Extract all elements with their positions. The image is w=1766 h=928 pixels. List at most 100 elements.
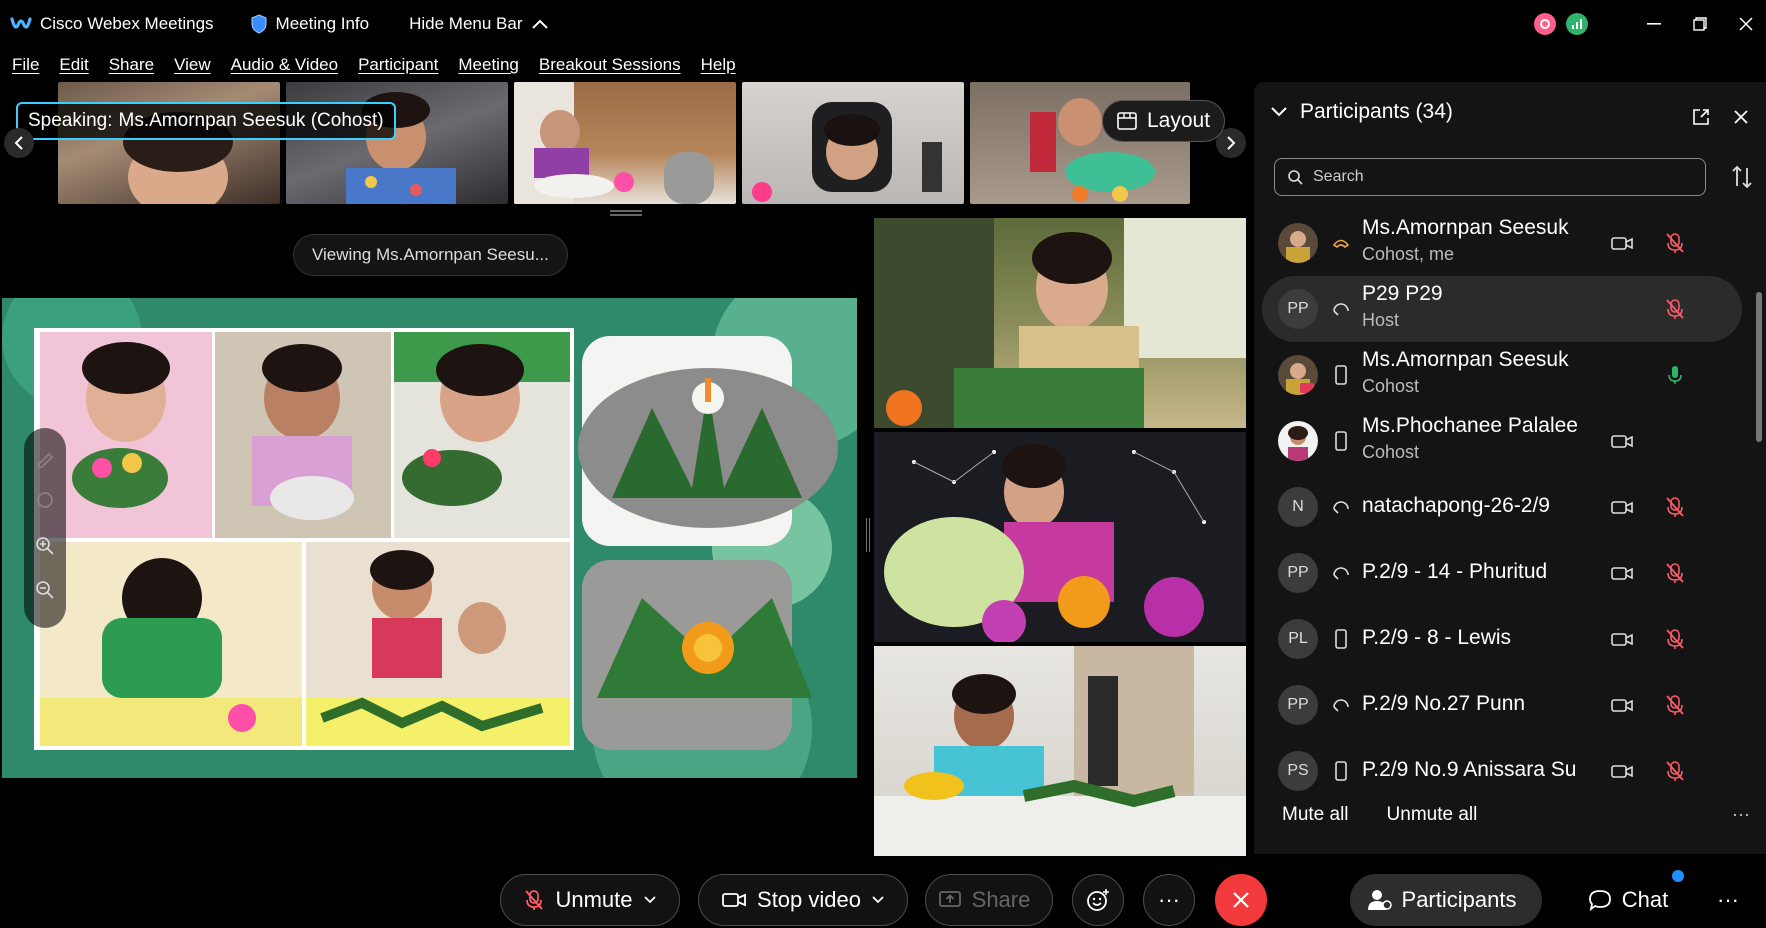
annotate-icon[interactable] [35, 448, 55, 468]
video-camera-icon[interactable] [1610, 694, 1634, 716]
close-window-button[interactable] [1726, 0, 1766, 48]
network-stats-icon[interactable] [1566, 13, 1588, 35]
participant-row[interactable]: PP P29 P29 Host [1262, 276, 1742, 342]
restore-icon [1693, 17, 1707, 31]
mobile-device-icon [1335, 629, 1347, 649]
participant-row[interactable]: PP P.2/9 - 14 - Phuritud [1262, 540, 1742, 606]
participant-row[interactable]: Ms.Amornpan Seesuk Cohost, me [1262, 210, 1742, 276]
participant-row[interactable]: Ms.Phochanee Palalee Cohost [1262, 408, 1742, 474]
chevron-down-icon [1271, 107, 1287, 117]
popout-icon [1693, 109, 1709, 125]
menu-meeting[interactable]: Meeting [458, 55, 518, 75]
video-thumbnail[interactable] [514, 82, 736, 204]
strip-prev-button[interactable] [4, 128, 34, 158]
mic-muted-icon[interactable] [1664, 297, 1686, 321]
share-screen-icon [938, 891, 961, 907]
menu-breakout-sessions[interactable]: Breakout Sessions [539, 55, 681, 75]
participant-role: Cohost, me [1362, 244, 1455, 264]
video-thumbnail[interactable] [58, 82, 280, 204]
menu-participant[interactable]: Participant [358, 55, 438, 75]
minimize-window-button[interactable] [1634, 0, 1674, 48]
video-camera-icon[interactable] [1610, 760, 1634, 782]
avatar: PP [1278, 685, 1318, 725]
menu-share[interactable]: Share [109, 55, 154, 75]
mute-all-button[interactable]: Mute all [1282, 804, 1349, 826]
sort-icon[interactable] [1730, 164, 1754, 190]
hide-menu-bar-button[interactable]: Hide Menu Bar [409, 14, 548, 34]
video-thumbnail-strip: Speaking: Ms.Amornpan Seesuk (Cohost) La… [0, 82, 1250, 216]
video-thumbnail[interactable] [742, 82, 964, 204]
stage-splitter-handle[interactable] [866, 518, 870, 552]
avatar: PP [1278, 553, 1318, 593]
participants-toggle-button[interactable]: Participants [1350, 874, 1542, 926]
chevron-down-icon [872, 896, 884, 904]
avatar: PL [1278, 619, 1318, 659]
unmute-all-button[interactable]: Unmute all [1387, 804, 1478, 826]
menu-file[interactable]: File [12, 55, 39, 75]
shared-slide-image [2, 298, 857, 778]
mic-muted-icon[interactable] [1664, 627, 1686, 651]
menu-bar: File Edit Share View Audio & Video Parti… [0, 48, 756, 82]
participant-name: Ms.Amornpan Seesuk [1362, 348, 1569, 371]
popout-panel-button[interactable] [1686, 102, 1716, 132]
avatar [1278, 421, 1318, 461]
close-panel-button[interactable] [1726, 102, 1756, 132]
mobile-device-icon [1335, 431, 1347, 451]
participant-row[interactable]: PL P.2/9 - 8 - Lewis [1262, 606, 1742, 672]
chevron-up-icon [531, 19, 548, 29]
mic-muted-icon[interactable] [1664, 759, 1686, 783]
speaking-label: Speaking: [28, 110, 113, 131]
mic-active-icon[interactable] [1664, 363, 1686, 387]
mic-muted-icon[interactable] [1664, 561, 1686, 585]
zoom-in-icon[interactable] [35, 536, 55, 556]
video-camera-icon[interactable] [1610, 430, 1634, 452]
unmute-label: Unmute [555, 887, 633, 912]
participant-video-tile[interactable] [874, 646, 1246, 856]
video-camera-icon[interactable] [1610, 628, 1634, 650]
participant-video-tile[interactable] [874, 432, 1246, 642]
zoom-out-icon[interactable] [35, 580, 55, 600]
meeting-info-button[interactable]: Meeting Info [250, 14, 369, 34]
menu-audio-video[interactable]: Audio & Video [231, 55, 338, 75]
video-camera-icon[interactable] [1610, 232, 1634, 254]
stop-video-button[interactable]: Stop video [698, 874, 908, 926]
mic-muted-icon[interactable] [1664, 231, 1686, 255]
active-speaker-banner: Speaking: Ms.Amornpan Seesuk (Cohost) [16, 102, 396, 140]
mic-muted-icon[interactable] [1664, 495, 1686, 519]
participant-video-tile[interactable] [874, 218, 1246, 428]
control-bar-overflow-button[interactable]: ··· [1702, 874, 1754, 926]
more-options-button[interactable]: ··· [1143, 874, 1195, 926]
close-icon [1734, 110, 1748, 124]
video-camera-icon[interactable] [1610, 562, 1634, 584]
participants-title: Participants (34) [1300, 100, 1453, 123]
participant-row[interactable]: PP P.2/9 No.27 Punn [1262, 672, 1742, 738]
layout-button[interactable]: Layout [1102, 100, 1226, 142]
unmute-button[interactable]: Unmute [500, 874, 680, 926]
participant-row[interactable]: Ms.Amornpan Seesuk Cohost [1262, 342, 1742, 408]
participant-row[interactable]: N natachapong-26-2/9 [1262, 474, 1742, 540]
participant-list-scrollbar[interactable] [1756, 292, 1762, 442]
close-icon [1233, 892, 1249, 908]
mic-muted-icon[interactable] [1664, 693, 1686, 717]
share-button[interactable]: Share [925, 874, 1053, 926]
participant-row[interactable]: PS P.2/9 No.9 Anissara Su [1262, 738, 1742, 794]
chat-label: Chat [1621, 887, 1669, 912]
panel-more-options-button[interactable]: ··· [1732, 804, 1750, 825]
menu-view[interactable]: View [174, 55, 211, 75]
menu-help[interactable]: Help [701, 55, 736, 75]
hide-menu-bar-label: Hide Menu Bar [409, 14, 523, 33]
restore-window-button[interactable] [1680, 0, 1720, 48]
participants-panel-header[interactable]: Participants (34) [1270, 100, 1453, 124]
headset-audio-icon [1333, 567, 1349, 580]
menu-edit[interactable]: Edit [59, 55, 88, 75]
participant-search-input[interactable] [1313, 168, 1693, 186]
participant-name: P.2/9 - 14 - Phuritud [1362, 560, 1548, 583]
participant-search-box[interactable] [1274, 158, 1706, 196]
main-stage: Viewing Ms.Amornpan Seesu... [0, 216, 870, 856]
video-camera-icon[interactable] [1610, 496, 1634, 518]
leave-meeting-button[interactable] [1215, 874, 1267, 926]
reactions-button[interactable] [1072, 874, 1124, 926]
pointer-icon[interactable] [35, 490, 55, 510]
video-thumbnail[interactable] [286, 82, 508, 204]
recording-indicator-icon[interactable] [1534, 13, 1556, 35]
